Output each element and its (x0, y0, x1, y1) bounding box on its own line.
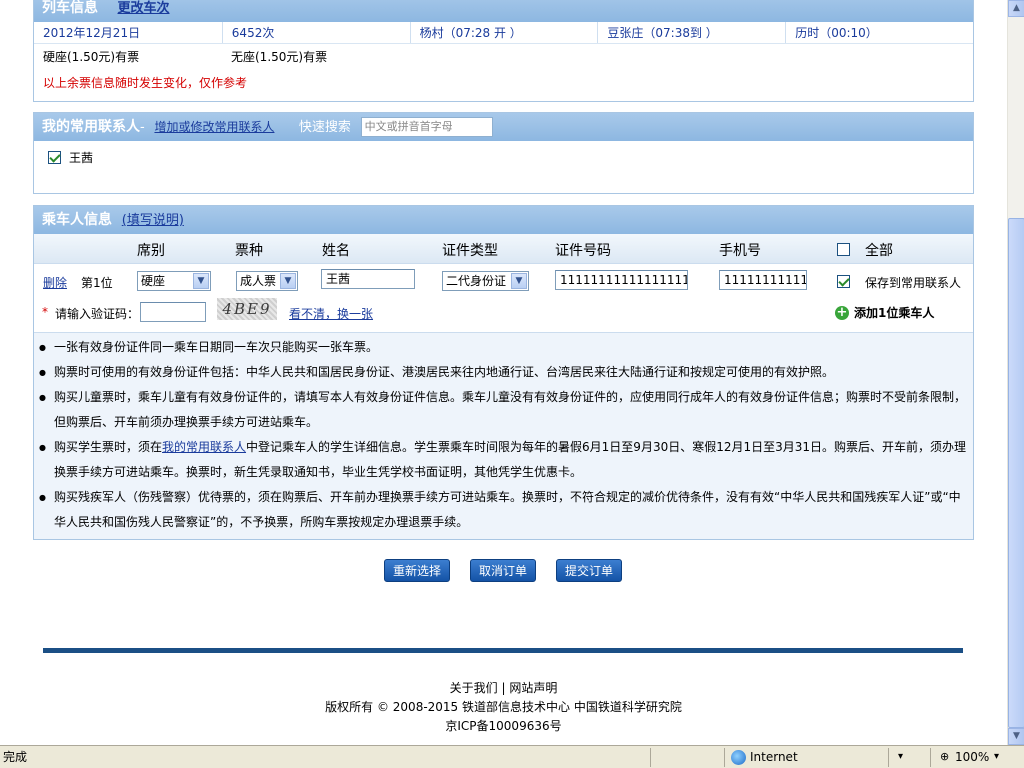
status-separator (650, 748, 651, 767)
scroll-down-icon[interactable]: ▼ (1008, 728, 1024, 745)
browser-statusbar: 完成 Internet ▾ ⊕ 100% ▾ (0, 745, 1024, 768)
add-passenger-button[interactable]: 添加1位乘车人 (854, 304, 934, 321)
status-separator (930, 748, 931, 767)
train-info-title: 列车信息 (42, 0, 98, 16)
manage-contacts-link[interactable]: 增加或修改常用联系人 (154, 120, 274, 134)
passenger-title: 乘车人信息 (42, 212, 112, 228)
phone-input[interactable]: 11111111111 (719, 270, 807, 290)
note-item: 购票时可使用的有效身份证件包括：中华人民共和国居民身份证、港澳居民来往内地通行证… (34, 360, 973, 385)
ticket-type-select[interactable]: 成人票 ▼ (236, 271, 298, 291)
header-ticket: 票种 (235, 243, 263, 259)
ticket-availability-row: 硬座(1.50元)有票 无座(1.50元)有票 (34, 44, 973, 70)
passenger-column-headers: 席别 票种 姓名 证件类型 证件号码 手机号 全部 (34, 234, 973, 264)
scroll-up-icon[interactable]: ▲ (1008, 0, 1024, 17)
note-item-student: 购买学生票时，须在我的常用联系人中登记乘车人的学生详细信息。学生票乘车时间限为每… (34, 435, 973, 485)
ticket-type-value: 成人票 (240, 274, 277, 288)
id-number-input[interactable]: 111111111111111111 (555, 270, 688, 290)
passenger-name-input[interactable]: 王茜 (321, 269, 415, 289)
order-buttons: 重新选择 取消订单 提交订单 (0, 559, 1007, 583)
reset-button[interactable]: 重新选择 (384, 559, 450, 582)
header-name: 姓名 (322, 243, 350, 259)
zoom-dropdown-icon[interactable]: ▾ (994, 746, 999, 768)
ticket-no-seat: 无座(1.50元)有票 (231, 50, 328, 64)
passenger-header: 乘车人信息 (填写说明) (34, 206, 973, 234)
seat-select[interactable]: 硬座 ▼ (137, 271, 211, 291)
header-phone: 手机号 (719, 243, 761, 259)
vertical-scrollbar[interactable]: ▲ ▼ (1007, 0, 1024, 745)
plus-circle-icon[interactable]: + (835, 306, 849, 320)
note-item: 购买残疾军人（伤残警察）优待票的，须在购票后、开车前办理换票手续方可进站乘车。换… (34, 485, 973, 535)
header-id-type: 证件类型 (442, 243, 498, 259)
status-text: 完成 (3, 750, 28, 764)
captcha-input[interactable] (140, 302, 206, 322)
contact-item[interactable]: 王茜 (34, 141, 973, 166)
train-info-header: 列车信息 更改车次 (34, 0, 973, 22)
delete-passenger-link[interactable]: 删除 (43, 274, 67, 291)
chevron-down-icon[interactable]: ▼ (280, 273, 296, 289)
contacts-dash: - (140, 120, 145, 135)
security-zone: Internet (750, 750, 798, 764)
quick-search-label: 快速搜索 (298, 120, 351, 135)
contact-name: 王茜 (69, 151, 94, 165)
status-separator (724, 748, 725, 767)
status-separator (888, 748, 889, 767)
change-train-link[interactable]: 更改车次 (118, 1, 170, 16)
chevron-down-icon[interactable]: ▼ (511, 273, 527, 289)
zoom-level[interactable]: 100% (955, 746, 989, 768)
footer-copyright: 版权所有 © 2008-2015 铁道部信息技术中心 中国铁道科学研究院 (325, 700, 682, 714)
contacts-title: 我的常用联系人 (42, 119, 140, 135)
train-number: 6452次 (221, 22, 410, 43)
statement-link[interactable]: 网站声明 (509, 681, 557, 695)
captcha-label: 请输入验证码： (55, 307, 140, 321)
train-info-panel: 列车信息 更改车次 2012年12月21日 6452次 杨村（07:28 开 ）… (33, 0, 974, 102)
captcha-row: * 请输入验证码： 4BE9 看不清，换一张 + 添加1位乘车人 (34, 298, 973, 332)
checkbox-icon[interactable] (48, 151, 61, 164)
passenger-row: 删除 第1位 硬座 ▼ 成人票 ▼ 王茜 二代身份证 ▼ 11111111111… (34, 269, 973, 302)
purchase-notes: 一张有效身份证件同一乘车日期同一车次只能购买一张车票。 购票时可使用的有效身份证… (34, 332, 973, 539)
train-arrival: 豆张庄（07:38到 ） (597, 22, 785, 43)
student-note-pre: 购买学生票时，须在 (54, 440, 163, 454)
quick-search-input[interactable]: 中文或拼音首字母 (360, 117, 493, 137)
footer-link-divider: | (501, 681, 506, 695)
train-date: 2012年12月21日 (43, 26, 141, 40)
train-duration: 历时（00:10） (785, 22, 973, 43)
seat-select-value: 硬座 (141, 274, 166, 288)
train-departure: 杨村（07:28 开 ） (409, 22, 598, 43)
captcha-refresh-link[interactable]: 看不清，换一张 (289, 305, 373, 322)
scroll-thumb[interactable] (1008, 218, 1024, 728)
cancel-order-button[interactable]: 取消订单 (470, 559, 536, 582)
globe-icon (731, 750, 746, 765)
fill-help-link[interactable]: (填写说明) (122, 213, 184, 228)
ticket-warning: 以上余票信息随时发生变化，仅作参考 (43, 76, 248, 90)
browser-viewport: 列车信息 更改车次 2012年12月21日 6452次 杨村（07:28 开 ）… (0, 0, 1007, 745)
save-contact-label: 保存到常用联系人 (865, 276, 962, 290)
id-type-value: 二代身份证 (446, 274, 507, 288)
header-seat: 席别 (137, 243, 165, 259)
protected-mode-icon[interactable]: ▾ (898, 746, 903, 768)
chevron-down-icon[interactable]: ▼ (193, 273, 209, 289)
submit-order-button[interactable]: 提交订单 (556, 559, 622, 582)
about-link[interactable]: 关于我们 (450, 681, 498, 695)
train-summary-row: 2012年12月21日 6452次 杨村（07:28 开 ） 豆张庄（07:38… (34, 22, 973, 44)
captcha-image: 4BE9 (217, 298, 277, 320)
ticket-hard-seat: 硬座(1.50元)有票 (43, 50, 140, 64)
select-all-checkbox[interactable] (837, 243, 850, 256)
header-id-number: 证件号码 (555, 243, 611, 259)
contacts-header: 我的常用联系人- 增加或修改常用联系人 快速搜索 中文或拼音首字母 (34, 113, 973, 141)
passenger-position: 第1位 (81, 276, 113, 290)
required-asterisk: * (42, 305, 48, 319)
id-type-select[interactable]: 二代身份证 ▼ (442, 271, 529, 291)
note-item: 购买儿童票时，乘车儿童有有效身份证件的，请填写本人有效身份证件信息。乘车儿童没有… (34, 385, 973, 435)
my-contacts-link[interactable]: 我的常用联系人 (162, 440, 246, 454)
footer-divider (43, 648, 963, 653)
zoom-icon[interactable]: ⊕ (940, 746, 949, 768)
save-contact-checkbox[interactable] (837, 275, 850, 288)
passenger-panel: 乘车人信息 (填写说明) 席别 票种 姓名 证件类型 证件号码 手机号 全部 删… (33, 205, 974, 540)
note-item: 一张有效身份证件同一乘车日期同一车次只能购买一张车票。 (34, 335, 973, 360)
footer-icp: 京ICP备10009636号 (445, 719, 562, 733)
header-all: 全部 (865, 243, 893, 259)
footer-links: 关于我们 | 网站声明 (0, 679, 1007, 696)
contacts-panel: 我的常用联系人- 增加或修改常用联系人 快速搜索 中文或拼音首字母 王茜 (33, 112, 974, 194)
